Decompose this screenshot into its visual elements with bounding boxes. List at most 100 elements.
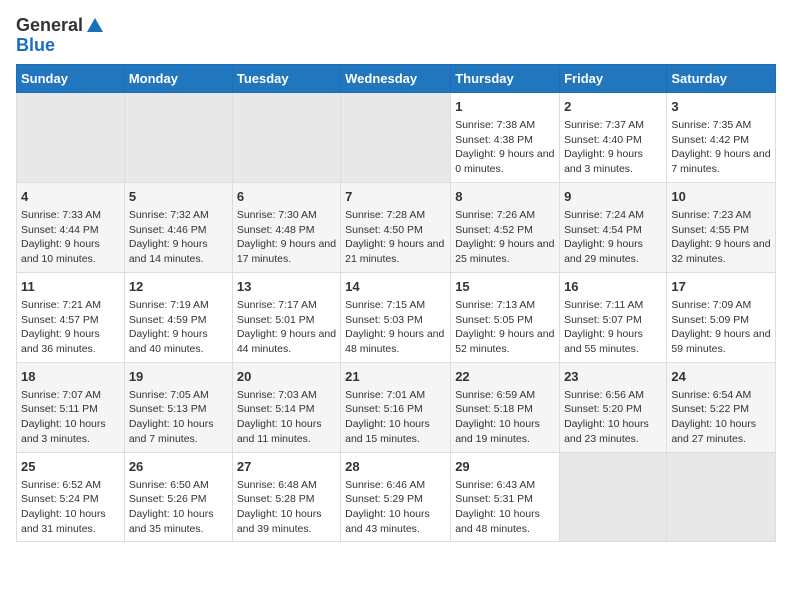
logo: General Blue [16,16,105,56]
day-number: 12 [129,278,228,296]
day-number: 18 [21,368,120,386]
day-info: Sunrise: 6:59 AM Sunset: 5:18 PM Dayligh… [455,388,555,447]
day-info: Sunrise: 7:09 AM Sunset: 5:09 PM Dayligh… [671,298,771,357]
day-number: 6 [237,188,336,206]
day-info: Sunrise: 7:38 AM Sunset: 4:38 PM Dayligh… [455,118,555,177]
day-info: Sunrise: 7:05 AM Sunset: 5:13 PM Dayligh… [129,388,228,447]
day-info: Sunrise: 7:03 AM Sunset: 5:14 PM Dayligh… [237,388,336,447]
calendar-cell: 12 Sunrise: 7:19 AM Sunset: 4:59 PM Dayli… [124,272,232,362]
day-info: Sunrise: 6:46 AM Sunset: 5:29 PM Dayligh… [345,478,446,537]
day-info: Sunrise: 6:52 AM Sunset: 5:24 PM Dayligh… [21,478,120,537]
day-info: Sunrise: 7:21 AM Sunset: 4:57 PM Dayligh… [21,298,120,357]
day-number: 5 [129,188,228,206]
calendar-cell: 23Sunrise: 6:56 AM Sunset: 5:20 PM Dayli… [560,362,667,452]
calendar-cell: 5 Sunrise: 7:32 AM Sunset: 4:46 PM Daylig… [124,182,232,272]
header-cell-friday: Friday [560,64,667,92]
day-number: 26 [129,458,228,476]
calendar-cell [560,452,667,542]
header-cell-sunday: Sunday [17,64,125,92]
calendar-cell: 16 Sunrise: 7:11 AM Sunset: 5:07 PM Dayli… [560,272,667,362]
calendar-cell: 17 Sunrise: 7:09 AM Sunset: 5:09 PM Dayli… [667,272,776,362]
calendar-table: SundayMondayTuesdayWednesdayThursdayFrid… [16,64,776,543]
day-info: Sunrise: 7:11 AM Sunset: 5:07 PM Dayligh… [564,298,662,357]
calendar-cell: 20 Sunrise: 7:03 AM Sunset: 5:14 PM Dayli… [232,362,340,452]
header-cell-tuesday: Tuesday [232,64,340,92]
day-number: 1 [455,98,555,116]
day-number: 24 [671,368,771,386]
calendar-cell: 2 Sunrise: 7:37 AM Sunset: 4:40 PM Daylig… [560,92,667,182]
calendar-cell: 22Sunrise: 6:59 AM Sunset: 5:18 PM Dayli… [451,362,560,452]
day-number: 14 [345,278,446,296]
day-number: 28 [345,458,446,476]
day-info: Sunrise: 7:15 AM Sunset: 5:03 PM Dayligh… [345,298,446,357]
logo-general: General [16,16,83,36]
day-info: Sunrise: 6:43 AM Sunset: 5:31 PM Dayligh… [455,478,555,537]
calendar-cell: 24 Sunrise: 6:54 AM Sunset: 5:22 PM Dayli… [667,362,776,452]
calendar-cell: 25 Sunrise: 6:52 AM Sunset: 5:24 PM Dayli… [17,452,125,542]
day-info: Sunrise: 7:13 AM Sunset: 5:05 PM Dayligh… [455,298,555,357]
calendar-cell: 1 Sunrise: 7:38 AM Sunset: 4:38 PM Daylig… [451,92,560,182]
day-info: Sunrise: 7:24 AM Sunset: 4:54 PM Dayligh… [564,208,662,267]
day-info: Sunrise: 7:37 AM Sunset: 4:40 PM Dayligh… [564,118,662,177]
day-info: Sunrise: 7:28 AM Sunset: 4:50 PM Dayligh… [345,208,446,267]
logo-icon [85,16,105,36]
day-number: 9 [564,188,662,206]
day-info: Sunrise: 7:35 AM Sunset: 4:42 PM Dayligh… [671,118,771,177]
day-info: Sunrise: 7:26 AM Sunset: 4:52 PM Dayligh… [455,208,555,267]
day-number: 13 [237,278,336,296]
header-cell-monday: Monday [124,64,232,92]
day-number: 16 [564,278,662,296]
day-info: Sunrise: 7:17 AM Sunset: 5:01 PM Dayligh… [237,298,336,357]
calendar-cell: 7 Sunrise: 7:28 AM Sunset: 4:50 PM Daylig… [341,182,451,272]
day-number: 11 [21,278,120,296]
day-info: Sunrise: 7:19 AM Sunset: 4:59 PM Dayligh… [129,298,228,357]
week-row-2: 11 Sunrise: 7:21 AM Sunset: 4:57 PM Dayli… [17,272,776,362]
day-info: Sunrise: 6:50 AM Sunset: 5:26 PM Dayligh… [129,478,228,537]
calendar-cell: 27 Sunrise: 6:48 AM Sunset: 5:28 PM Dayli… [232,452,340,542]
week-row-1: 4Sunrise: 7:33 AM Sunset: 4:44 PM Daylig… [17,182,776,272]
calendar-cell: 4Sunrise: 7:33 AM Sunset: 4:44 PM Daylig… [17,182,125,272]
calendar-cell: 26 Sunrise: 6:50 AM Sunset: 5:26 PM Dayli… [124,452,232,542]
day-number: 15 [455,278,555,296]
day-number: 10 [671,188,771,206]
day-info: Sunrise: 6:54 AM Sunset: 5:22 PM Dayligh… [671,388,771,447]
day-number: 19 [129,368,228,386]
day-number: 27 [237,458,336,476]
day-info: Sunrise: 7:33 AM Sunset: 4:44 PM Dayligh… [21,208,120,267]
day-number: 17 [671,278,771,296]
week-row-3: 18 Sunrise: 7:07 AM Sunset: 5:11 PM Dayli… [17,362,776,452]
day-info: Sunrise: 7:07 AM Sunset: 5:11 PM Dayligh… [21,388,120,447]
calendar-cell: 3Sunrise: 7:35 AM Sunset: 4:42 PM Daylig… [667,92,776,182]
header-row: SundayMondayTuesdayWednesdayThursdayFrid… [17,64,776,92]
calendar-cell: 11 Sunrise: 7:21 AM Sunset: 4:57 PM Dayli… [17,272,125,362]
calendar-cell: 9 Sunrise: 7:24 AM Sunset: 4:54 PM Daylig… [560,182,667,272]
calendar-cell: 10 Sunrise: 7:23 AM Sunset: 4:55 PM Dayli… [667,182,776,272]
day-number: 25 [21,458,120,476]
day-info: Sunrise: 7:32 AM Sunset: 4:46 PM Dayligh… [129,208,228,267]
day-info: Sunrise: 6:48 AM Sunset: 5:28 PM Dayligh… [237,478,336,537]
header-cell-saturday: Saturday [667,64,776,92]
week-row-0: 1 Sunrise: 7:38 AM Sunset: 4:38 PM Daylig… [17,92,776,182]
logo-blue: Blue [16,36,55,56]
calendar-cell: 18 Sunrise: 7:07 AM Sunset: 5:11 PM Dayli… [17,362,125,452]
calendar-cell: 6Sunrise: 7:30 AM Sunset: 4:48 PM Daylig… [232,182,340,272]
calendar-cell: 28 Sunrise: 6:46 AM Sunset: 5:29 PM Dayli… [341,452,451,542]
calendar-cell: 21Sunrise: 7:01 AM Sunset: 5:16 PM Dayli… [341,362,451,452]
day-number: 2 [564,98,662,116]
week-row-4: 25 Sunrise: 6:52 AM Sunset: 5:24 PM Dayli… [17,452,776,542]
day-number: 8 [455,188,555,206]
calendar-cell [17,92,125,182]
calendar-cell [232,92,340,182]
day-info: Sunrise: 6:56 AM Sunset: 5:20 PM Dayligh… [564,388,662,447]
calendar-cell [667,452,776,542]
calendar-cell: 15 Sunrise: 7:13 AM Sunset: 5:05 PM Dayli… [451,272,560,362]
day-number: 20 [237,368,336,386]
day-number: 7 [345,188,446,206]
calendar-cell [124,92,232,182]
day-number: 29 [455,458,555,476]
header: General Blue [16,16,776,56]
day-info: Sunrise: 7:23 AM Sunset: 4:55 PM Dayligh… [671,208,771,267]
calendar-cell [341,92,451,182]
calendar-cell: 8 Sunrise: 7:26 AM Sunset: 4:52 PM Daylig… [451,182,560,272]
calendar-cell: 19 Sunrise: 7:05 AM Sunset: 5:13 PM Dayli… [124,362,232,452]
